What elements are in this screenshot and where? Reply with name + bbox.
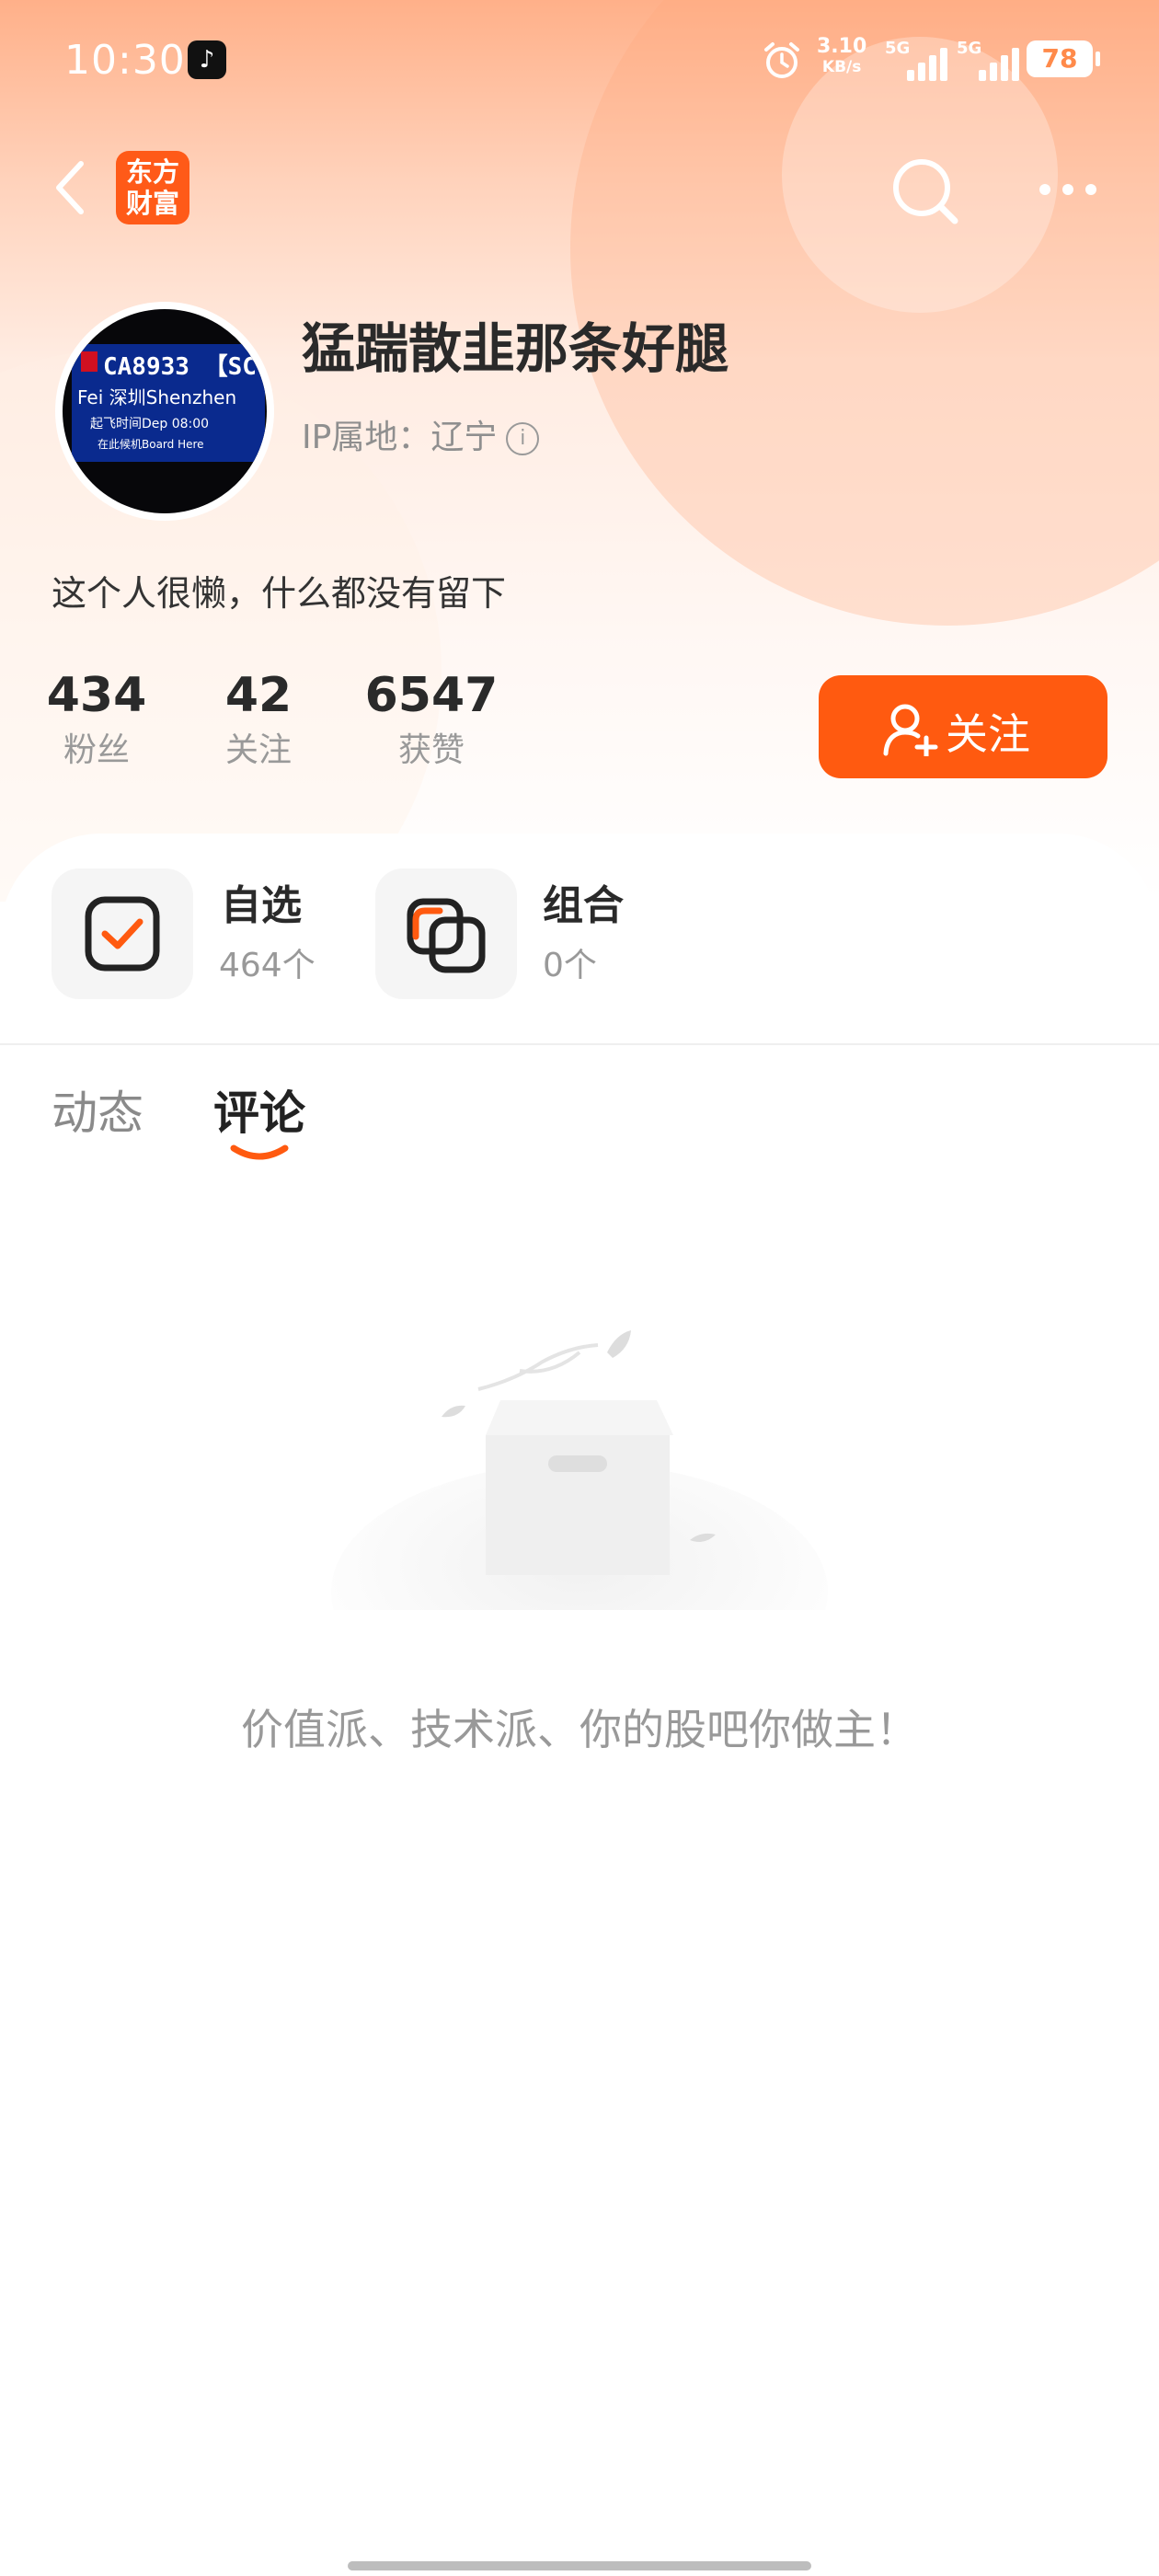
alarm-icon — [764, 42, 799, 78]
tab-comments[interactable]: 评论 — [213, 1076, 305, 1143]
checkbox-icon — [85, 896, 160, 972]
overlap-squares-icon — [407, 898, 486, 973]
avatar-board-line3: 起飞时间Dep 08:00 — [90, 417, 210, 431]
avatar-board-line2: Fei 深圳Shenzhen — [77, 386, 237, 408]
status-bar: 10:30 ♪ 3.10 KB/s 5G 5G 78 — [0, 0, 1159, 120]
stat-likes[interactable]: 6547 获赞 — [364, 668, 499, 773]
tiktok-notification-icon: ♪ — [188, 40, 226, 79]
empty-box-illustration — [331, 1330, 828, 1610]
watchlist-card-count: 464个 — [219, 947, 316, 984]
follow-button-label: 关注 — [946, 709, 1030, 759]
ip-location-text: IP属地：辽宁 — [302, 419, 498, 456]
ip-location: IP属地：辽宁 i — [302, 410, 540, 458]
avatar-board-line4: 在此候机Board Here — [98, 438, 204, 451]
stat-following-value: 42 — [224, 668, 293, 723]
battery-icon: 78 — [1027, 40, 1100, 77]
active-tab-indicator — [230, 1144, 289, 1160]
avatar-flight-board: CA8933 【SC Fei 深圳Shenzhen 起飞时间Dep 08:00 … — [72, 344, 265, 462]
more-options-icon[interactable] — [1036, 180, 1100, 199]
network-speed-value: 3.10 — [817, 35, 867, 58]
stat-likes-label: 获赞 — [397, 731, 465, 769]
section-divider — [0, 1043, 1159, 1045]
bio-text: 这个人很懒，什么都没有留下 — [52, 573, 507, 614]
watchlist-card-title[interactable]: 自选 — [221, 872, 302, 931]
empty-state-message: 价值派、技术派、你的股吧你做主！ — [241, 1705, 918, 1754]
portfolio-card-icon[interactable] — [375, 868, 517, 999]
stat-following-label: 关注 — [224, 731, 292, 769]
portfolio-card-count: 0个 — [543, 947, 597, 984]
stat-likes-value: 6547 — [364, 668, 499, 723]
back-button[interactable] — [52, 158, 88, 217]
stat-fans-label: 粉丝 — [63, 731, 130, 769]
avatar-image: CA8933 【SC Fei 深圳Shenzhen 起飞时间Dep 08:00 … — [63, 309, 267, 513]
network-speed: 3.10 KB/s — [817, 37, 866, 77]
avatar-board-line1: CA8933 【SC — [103, 353, 257, 381]
logo-text-line1: 东方 — [125, 156, 179, 188]
search-icon[interactable] — [889, 155, 962, 228]
stat-following[interactable]: 42 关注 — [208, 668, 309, 773]
avatar[interactable]: CA8933 【SC Fei 深圳Shenzhen 起飞时间Dep 08:00 … — [55, 302, 274, 521]
asset-cards: 自选 464个 组合 0个 — [0, 834, 1159, 1045]
follow-button[interactable]: 关注 — [819, 675, 1107, 778]
logo-text-line2: 财富 — [125, 188, 179, 219]
home-indicator[interactable] — [348, 2561, 811, 2570]
portfolio-card-title[interactable]: 组合 — [543, 872, 624, 931]
add-user-icon — [883, 704, 938, 756]
watchlist-card-icon[interactable] — [52, 868, 193, 999]
stat-fans-value: 434 — [46, 668, 147, 723]
stat-fans[interactable]: 434 粉丝 — [46, 668, 147, 773]
info-icon[interactable]: i — [506, 422, 540, 455]
app-logo[interactable]: 东方 财富 — [116, 151, 189, 224]
network-speed-unit: KB/s — [821, 58, 862, 76]
status-time: 10:30 — [64, 37, 186, 84]
tab-dynamics[interactable]: 动态 — [52, 1076, 143, 1143]
username: 猛踹散韭那条好腿 — [302, 317, 729, 380]
